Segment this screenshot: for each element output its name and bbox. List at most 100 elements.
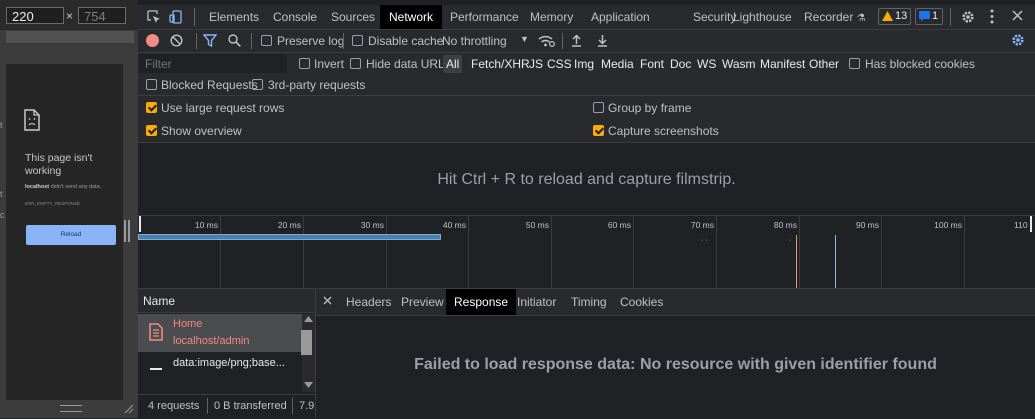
filter-type-img[interactable]: Img <box>574 55 594 73</box>
tick-label: 50 ms <box>525 220 549 230</box>
transferred-size: 0 B transferred <box>214 400 287 412</box>
disable-cache-label: Disable cache <box>368 34 444 48</box>
import-har-icon[interactable] <box>571 34 582 47</box>
filter-type-wasm[interactable]: Wasm <box>722 55 756 73</box>
reload-button[interactable]: Reload <box>26 225 116 245</box>
tab-performance[interactable]: Performance <box>442 5 527 29</box>
invert-checkbox[interactable] <box>299 58 310 69</box>
tick-label: 60 ms <box>607 220 631 230</box>
has-blocked-cookies-checkbox[interactable] <box>849 58 860 69</box>
scroll-up-icon[interactable] <box>304 316 313 322</box>
viewport-height-input[interactable]: 754 <box>78 7 126 24</box>
error-message: localhost didn't send any data. <box>25 184 101 190</box>
tab-recorder[interactable]: Recorder ⚗ <box>796 5 874 29</box>
capture-screenshots-checkbox[interactable] <box>593 125 604 136</box>
filter-type-manifest[interactable]: Manifest <box>760 55 805 73</box>
group-by-frame-checkbox[interactable] <box>593 102 604 113</box>
throttling-value: No throttling <box>442 34 507 48</box>
preserve-log-label: Preserve log <box>277 34 345 48</box>
request-row[interactable]: Home localhost/admin <box>138 314 302 352</box>
invert-label: Invert <box>314 57 345 71</box>
tab-response[interactable]: Response <box>446 289 517 315</box>
network-status-bar: 4 requests 0 B transferred 7.9 <box>138 394 315 419</box>
error-code: ERR_EMPTY_RESPONSE <box>25 201 81 206</box>
tab-console[interactable]: Console <box>265 5 325 29</box>
tab-initiator[interactable]: Initiator <box>509 289 564 315</box>
device-toolbar-icon[interactable] <box>169 10 183 24</box>
filter-type-css[interactable]: CSS <box>547 55 572 73</box>
tab-network[interactable]: Network <box>380 5 443 29</box>
tab-preview[interactable]: Preview <box>393 289 452 315</box>
filter-type-all[interactable]: All <box>443 55 463 73</box>
record-icon[interactable] <box>146 34 159 47</box>
tab-application[interactable]: Application <box>583 5 658 29</box>
page-edge-text: c <box>0 210 5 220</box>
filter-type-ws[interactable]: WS <box>697 55 716 73</box>
tick-label: 10 ms <box>194 220 218 230</box>
resize-handle-bottom[interactable] <box>60 405 82 412</box>
large-rows-checkbox[interactable] <box>146 102 157 113</box>
request-row[interactable]: data:image/png;base... <box>138 352 302 379</box>
tab-headers[interactable]: Headers <box>338 289 399 315</box>
page-edge-text: t <box>0 189 3 199</box>
scrollbar-thumb[interactable] <box>301 330 312 355</box>
tab-recorder-label: Recorder <box>804 10 854 24</box>
filter-icon[interactable] <box>203 34 217 47</box>
corner-resize-icon[interactable] <box>123 403 134 414</box>
filter-type-media[interactable]: Media <box>601 55 634 73</box>
tab-cookies[interactable]: Cookies <box>612 289 671 315</box>
resize-handle-vertical[interactable] <box>124 220 132 242</box>
tab-timing[interactable]: Timing <box>563 289 615 315</box>
inspect-element-icon[interactable] <box>147 10 161 24</box>
warnings-count: 13 <box>895 10 908 22</box>
third-party-requests-checkbox[interactable] <box>252 79 263 90</box>
hide-data-urls-checkbox[interactable] <box>350 58 361 69</box>
close-icon[interactable] <box>1012 10 1023 21</box>
grid-line <box>220 216 221 288</box>
grid-line <box>881 216 882 288</box>
show-overview-checkbox[interactable] <box>146 125 157 136</box>
clear-icon[interactable] <box>170 34 183 47</box>
settings-gear-icon[interactable] <box>961 10 975 24</box>
overview-marker-dots: · · <box>701 237 708 244</box>
capture-screenshots-label: Capture screenshots <box>608 124 719 138</box>
warnings-badge[interactable]: 13 <box>878 8 911 25</box>
filter-type-js[interactable]: JS <box>529 55 543 73</box>
divider <box>562 33 563 49</box>
search-icon[interactable] <box>228 34 241 47</box>
blocked-requests-checkbox[interactable] <box>146 79 157 90</box>
tick-label: 70 ms <box>690 220 714 230</box>
overview-timeline[interactable]: 10 ms 20 ms 30 ms 40 ms 50 ms 60 ms 70 m… <box>138 216 1035 289</box>
viewport-width-input[interactable]: 220 <box>6 7 64 24</box>
filter-type-other[interactable]: Other <box>809 55 839 73</box>
network-conditions-icon[interactable] <box>538 34 555 48</box>
scroll-down-icon[interactable] <box>304 382 313 388</box>
overview-end-handle[interactable] <box>1030 216 1032 232</box>
close-details-icon[interactable] <box>323 296 332 305</box>
more-options-icon[interactable] <box>990 9 994 24</box>
tick-label: 20 ms <box>277 220 301 230</box>
tab-memory[interactable]: Memory <box>522 5 581 29</box>
name-column-header[interactable]: Name <box>138 289 315 313</box>
filter-input[interactable] <box>139 54 287 73</box>
tab-elements[interactable]: Elements <box>201 5 267 29</box>
detail-tab-strip: Headers Preview Response Initiator Timin… <box>316 289 1035 316</box>
tab-lighthouse[interactable]: Lighthouse <box>725 5 800 29</box>
filter-type-fetch-xhr[interactable]: Fetch/XHR <box>471 55 530 73</box>
blocked-requests-label: Blocked Requests <box>161 78 258 92</box>
network-settings-gear-icon[interactable] <box>1011 33 1025 47</box>
request-list: Name Home localhost/admin data:image/png… <box>138 289 316 419</box>
issues-icon <box>919 11 930 21</box>
image-dash-icon <box>150 368 162 370</box>
tick-label: 100 ms <box>934 220 962 230</box>
overview-start-handle[interactable] <box>139 216 141 232</box>
filter-bar: Invert Hide data URLs All Fetch/XHR JS C… <box>138 53 1035 96</box>
tab-sources[interactable]: Sources <box>323 5 383 29</box>
group-by-frame-label: Group by frame <box>608 101 692 115</box>
issues-badge[interactable]: 1 <box>915 8 943 25</box>
filter-type-font[interactable]: Font <box>640 55 664 73</box>
filter-type-doc[interactable]: Doc <box>670 55 691 73</box>
disable-cache-checkbox[interactable] <box>352 35 363 46</box>
preserve-log-checkbox[interactable] <box>261 35 272 46</box>
export-har-icon[interactable] <box>597 34 608 47</box>
